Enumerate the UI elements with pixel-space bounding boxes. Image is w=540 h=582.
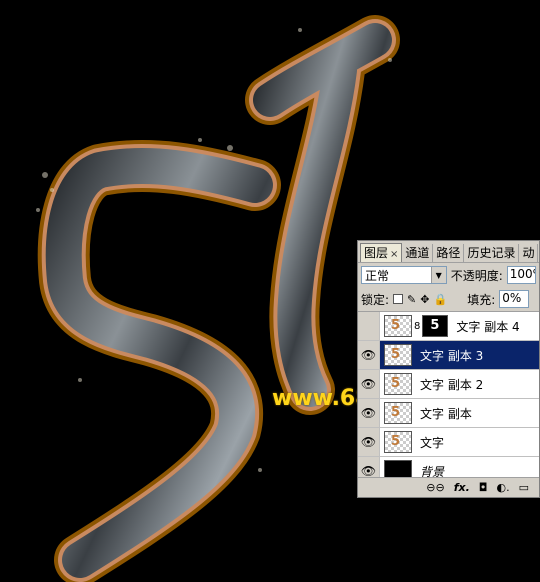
layer-list: 5 8 5 文字 副本 4 👁 5 文字 副本 3 👁 5 文字 副本 2 👁 … [358,312,539,486]
tab-history[interactable]: 历史记录 [464,244,520,262]
opacity-label: 不透明度: [450,268,503,283]
tab-layers-label: 图层 [364,246,389,260]
move-icon[interactable]: ✥ [420,293,429,306]
folder-icon[interactable]: ▭ [519,481,529,494]
layer-row[interactable]: 👁 5 文字 副本 3 [358,341,539,370]
layer-thumbnail: 5 [384,402,412,424]
panel-tabs: 图层 × 通道 路径 历史记录 动 [358,241,539,263]
tab-channels[interactable]: 通道 [402,244,434,262]
layer-thumbnail: 5 [384,315,412,337]
adjustment-icon[interactable]: ◐. [496,481,509,494]
layer-row[interactable]: 👁 5 文字 副本 [358,399,539,428]
brush-icon[interactable]: ✎ [407,293,416,306]
close-icon[interactable]: × [390,249,398,260]
layer-name: 文字 副本 3 [420,348,484,363]
chain-icon: 8 [414,320,421,332]
layer-thumbnail: 5 [384,373,412,395]
layer-name: 文字 [420,435,445,450]
layer-name: 文字 副本 4 [456,319,520,334]
blend-mode-value: 正常 [365,268,390,283]
blend-mode-select[interactable]: 正常 ▼ [361,266,447,284]
layer-row[interactable]: 👁 5 文字 副本 2 [358,370,539,399]
layer-name: 文字 副本 [420,406,472,421]
eye-icon: 👁 [360,348,377,362]
visibility-toggle[interactable]: 👁 [358,370,380,398]
layer-thumbnail: 5 [384,344,412,366]
fx-icon[interactable]: fx. [454,481,470,494]
opacity-input[interactable]: 100% [506,266,536,284]
eye-icon: 👁 [360,435,377,449]
layer-thumbnail: 5 [384,431,412,453]
blend-row: 正常 ▼ 不透明度: 100% [358,263,539,287]
link-icon[interactable]: ⊖⊖ [426,481,444,494]
mask-thumbnail[interactable]: 5 [422,315,449,337]
lock-label: 锁定: [361,292,390,307]
tab-layers[interactable]: 图层 × [360,243,403,262]
chevron-down-icon: ▼ [430,267,446,283]
layer-row[interactable]: 5 8 5 文字 副本 4 [358,312,539,341]
fill-input[interactable]: 0% [499,290,530,308]
mask-icon[interactable]: ◘ [479,481,488,494]
panel-bottom-bar: ⊖⊖ fx. ◘ ◐. ▭ [358,477,539,497]
visibility-toggle[interactable] [358,312,380,340]
layer-row[interactable]: 👁 5 文字 [358,428,539,457]
layers-panel: 图层× 通道 路径 历史记录 动 正常 ▼ 不透明度: 100% 锁定: ✎ ✥… [357,240,540,498]
tab-actions[interactable]: 动 [519,244,539,262]
visibility-toggle[interactable]: 👁 [358,428,380,456]
visibility-toggle[interactable]: 👁 [358,341,380,369]
lock-row: 锁定: ✎ ✥ 🔒 填充: 0% [358,287,539,312]
eye-icon: 👁 [360,377,377,391]
tab-paths[interactable]: 路径 [433,244,465,262]
fill-label: 填充: [467,292,496,307]
layer-name: 文字 副本 2 [420,377,484,392]
eye-icon: 👁 [360,464,377,478]
eye-icon: 👁 [360,406,377,420]
lock-icon[interactable]: 🔒 [433,293,447,306]
lock-transparent-icon[interactable] [393,294,404,304]
visibility-toggle[interactable]: 👁 [358,399,380,427]
